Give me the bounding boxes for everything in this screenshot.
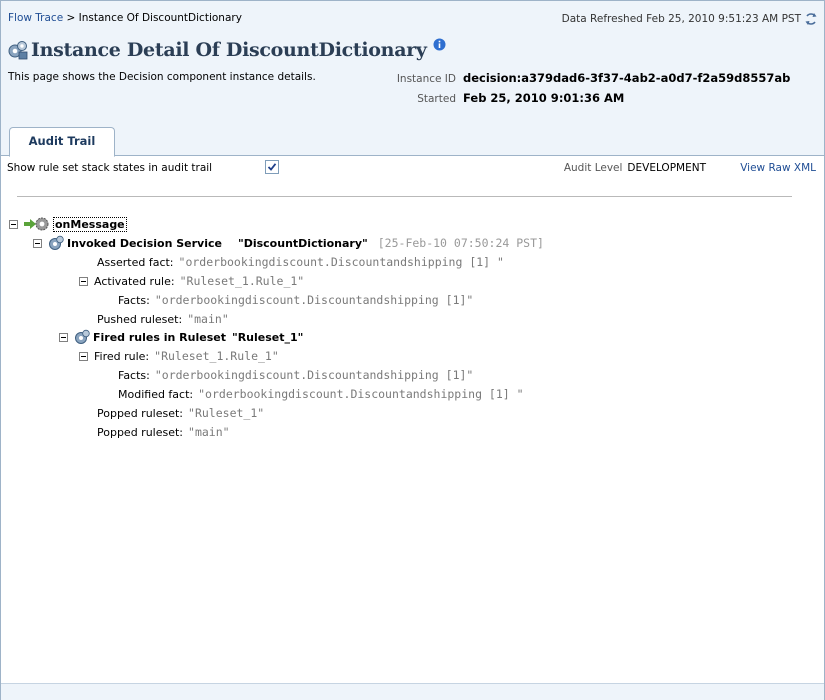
tree-node-popped-2: Popped ruleset: "main" xyxy=(97,423,230,441)
fired-rules-name: "Ruleset_1" xyxy=(231,330,304,344)
popped-value: "main" xyxy=(188,425,230,439)
show-states-label: Show rule set stack states in audit trai… xyxy=(7,162,213,174)
asserted-key: Asserted fact: xyxy=(97,255,174,269)
checkmark-icon xyxy=(267,163,277,171)
divider xyxy=(17,196,792,197)
collapse-toggle[interactable] xyxy=(79,276,88,286)
tree-node-onmessage[interactable]: onMessage xyxy=(9,215,127,233)
facts-value: "orderbookingdiscount.Discountandshippin… xyxy=(154,368,474,382)
tree-node-pushed: Pushed ruleset: "main" xyxy=(97,310,229,328)
show-states-checkbox[interactable] xyxy=(265,160,279,174)
tree-node-invoke[interactable]: Invoked Decision Service "DiscountDictio… xyxy=(33,234,544,252)
tree-node-fired-facts: Facts: "orderbookingdiscount.Discountand… xyxy=(118,366,473,384)
tree-node-label: onMessage xyxy=(53,216,127,232)
collapse-toggle[interactable] xyxy=(79,351,88,361)
started-value: Feb 25, 2010 9:01:36 AM xyxy=(463,91,625,105)
refresh-text: Data Refreshed Feb 25, 2010 9:51:23 AM P… xyxy=(561,13,801,25)
page-header: Flow Trace > Instance Of DiscountDiction… xyxy=(1,1,824,119)
invoke-label: Invoked Decision Service xyxy=(67,236,222,250)
decision-service-icon xyxy=(48,235,64,251)
instance-id-row: Instance ID decision:a379dad6-3f37-4ab2-… xyxy=(397,71,821,91)
page-description: This page shows the Decision component i… xyxy=(8,71,316,83)
tree-node-activated-facts: Facts: "orderbookingdiscount.Discountand… xyxy=(118,291,473,309)
breadcrumb-current: Instance Of DiscountDictionary xyxy=(78,12,242,24)
tab-bar: Audit Trail xyxy=(1,119,824,157)
facts-value: "orderbookingdiscount.Discountandshippin… xyxy=(154,293,474,307)
facts-key: Facts: xyxy=(118,293,150,307)
title-row: Instance Detail Of DiscountDictionary xyxy=(7,38,446,61)
breadcrumb-flow-trace-link[interactable]: Flow Trace xyxy=(8,12,63,24)
audit-toolbar: Show rule set stack states in audit trai… xyxy=(1,156,824,180)
view-raw-xml-link[interactable]: View Raw XML xyxy=(740,162,816,174)
collapse-toggle[interactable] xyxy=(33,238,42,248)
asserted-value: "orderbookingdiscount.Discountandshippin… xyxy=(178,255,504,269)
pushed-key: Pushed ruleset: xyxy=(97,312,183,326)
tree-node-modified: Modified fact: "orderbookingdiscount.Dis… xyxy=(118,385,524,403)
audit-level: Audit Level DEVELOPMENT xyxy=(564,162,706,174)
popped-key: Popped ruleset: xyxy=(97,406,184,420)
ruleset-icon xyxy=(74,329,90,345)
collapse-toggle[interactable] xyxy=(59,332,68,342)
footer-band xyxy=(1,683,824,700)
facts-key: Facts: xyxy=(118,368,150,382)
tree-node-fired-rules[interactable]: Fired rules in Ruleset "Ruleset_1" xyxy=(59,328,303,346)
started-label: Started xyxy=(417,93,456,105)
pushed-value: "main" xyxy=(187,312,229,326)
tree-node-asserted: Asserted fact: "orderbookingdiscount.Dis… xyxy=(97,253,504,271)
activated-value: "Ruleset_1.Rule_1" xyxy=(179,274,305,288)
modified-value: "orderbookingdiscount.Discountandshippin… xyxy=(198,387,524,401)
info-icon[interactable] xyxy=(433,38,446,51)
instance-meta: Instance ID decision:a379dad6-3f37-4ab2-… xyxy=(397,71,821,111)
audit-level-label: Audit Level xyxy=(563,162,623,174)
tree-node-popped-1: Popped ruleset: "Ruleset_1" xyxy=(97,404,264,422)
modified-key: Modified fact: xyxy=(118,387,194,401)
collapse-toggle[interactable] xyxy=(9,219,18,229)
page-title: Instance Detail Of DiscountDictionary xyxy=(31,39,427,61)
page-frame: Flow Trace > Instance Of DiscountDiction… xyxy=(0,0,825,700)
invoke-timestamp: [25-Feb-10 07:50:24 PST] xyxy=(377,236,544,250)
tab-audit-trail[interactable]: Audit Trail xyxy=(9,127,115,157)
fired-value: "Ruleset_1.Rule_1" xyxy=(154,349,279,363)
gear-icon xyxy=(34,216,50,232)
popped-key: Popped ruleset: xyxy=(97,425,184,439)
decision-service-icon xyxy=(7,39,29,61)
activated-key: Activated rule: xyxy=(94,274,175,288)
invoke-service-name: "DiscountDictionary" xyxy=(237,236,368,250)
tree-node-activated[interactable]: Activated rule: "Ruleset_1.Rule_1" xyxy=(79,272,304,290)
breadcrumb-separator: > xyxy=(63,12,79,24)
started-row: Started Feb 25, 2010 9:01:36 AM xyxy=(397,91,821,111)
breadcrumb: Flow Trace > Instance Of DiscountDiction… xyxy=(8,12,242,24)
refresh-status: Data Refreshed Feb 25, 2010 9:51:23 AM P… xyxy=(562,12,818,26)
instance-id-label: Instance ID xyxy=(396,73,456,85)
fired-key: Fired rule: xyxy=(94,349,150,363)
tree-node-fired[interactable]: Fired rule: "Ruleset_1.Rule_1" xyxy=(79,347,279,365)
fired-rules-label: Fired rules in Ruleset xyxy=(93,330,226,344)
instance-id-value: decision:a379dad6-3f37-4ab2-a0d7-f2a59d8… xyxy=(463,71,791,85)
audit-level-value: DEVELOPMENT xyxy=(627,162,706,174)
refresh-icon[interactable] xyxy=(804,12,818,26)
popped-value: "Ruleset_1" xyxy=(188,406,265,420)
